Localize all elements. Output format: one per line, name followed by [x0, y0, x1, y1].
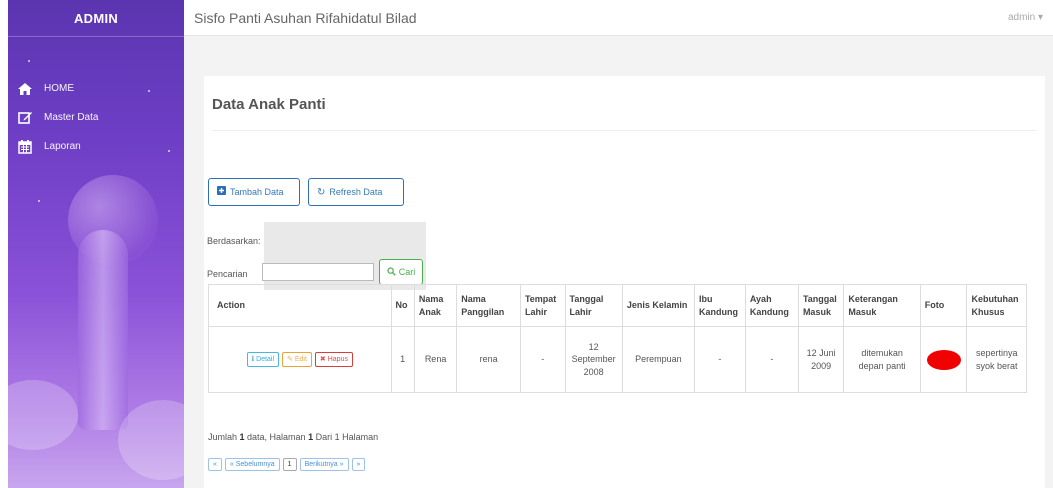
pager-first[interactable]: « [208, 458, 222, 471]
sidebar-item-home[interactable]: HOME [8, 74, 184, 103]
refresh-icon: ↻ [317, 186, 326, 198]
cell-tempat-lahir: - [519, 326, 566, 393]
sidebar-item-label: HOME [44, 83, 74, 94]
cloud-illustration [8, 380, 78, 450]
sidebar-item-laporan[interactable]: Laporan [8, 132, 184, 161]
cell-nama-panggilan: rena [456, 326, 521, 393]
cell-jenis-kelamin: Perempuan [621, 326, 695, 393]
search-input[interactable] [262, 263, 374, 281]
pager-prev[interactable]: « Sebelumnya [224, 458, 280, 471]
col-header-no: No [390, 284, 415, 327]
col-header-ibu-kandung: Ibu Kandung [693, 284, 746, 327]
star-decoration [38, 200, 40, 202]
home-icon [16, 80, 34, 98]
star-decoration [28, 60, 30, 62]
summary-of: Dari [313, 432, 335, 442]
cell-nama-anak: Rena [413, 326, 458, 393]
cell-tanggal-masuk: 12 Juni 2009 [797, 326, 845, 393]
pager-current[interactable]: 1 [282, 458, 297, 471]
sidebar-item-label: Laporan [44, 141, 81, 152]
brand-title[interactable]: ADMIN [8, 0, 184, 36]
pagination-summary: Jumlah 1 data, Halaman 1 Dari 1 Halaman [208, 432, 378, 442]
summary-mid: data, Halaman [244, 432, 309, 442]
calendar-icon [16, 138, 34, 156]
refresh-data-label: Refresh Data [329, 187, 383, 197]
summary-prefix: Jumlah [208, 432, 240, 442]
col-header-action: Action [208, 284, 392, 327]
pager-last[interactable]: » [351, 458, 366, 471]
pager-next[interactable]: Berikutnya » [299, 458, 349, 471]
search-button-label: Cari [398, 267, 416, 277]
plus-square-icon [217, 186, 226, 198]
col-header-foto: Foto [919, 284, 968, 327]
sidebar-item-master-data[interactable]: Master Data [8, 103, 184, 132]
data-table: Action No Nama Anak Nama Panggilan Tempa… [208, 284, 1027, 393]
col-header-jenis-kelamin: Jenis Kelamin [621, 284, 695, 327]
rocket-illustration [78, 230, 128, 430]
photo-thumbnail[interactable] [926, 349, 961, 370]
cell-kebutuhan-khusus: sepertinya syok berat [966, 326, 1027, 393]
app-title: Sisfo Panti Asuhan Rifahidatul Bilad [194, 9, 417, 26]
edit-button[interactable]: ✎ Edit [282, 351, 312, 368]
refresh-data-button[interactable]: ↻ Refresh Data [308, 178, 404, 206]
sidebar-menu: HOME Master Data Laporan [8, 74, 184, 161]
title-divider [212, 130, 1037, 131]
page-title: Data Anak Panti [212, 96, 326, 113]
add-data-button[interactable]: Tambah Data [208, 178, 300, 206]
edit-icon [16, 109, 34, 127]
add-data-label: Tambah Data [230, 187, 284, 197]
top-navbar: Sisfo Panti Asuhan Rifahidatul Bilad adm… [184, 0, 1053, 36]
search-icon [387, 266, 396, 278]
table-header-row: Action No Nama Anak Nama Panggilan Tempa… [208, 284, 1027, 327]
delete-button[interactable]: ✖ Hapus [314, 351, 353, 368]
edit-label: Edit [294, 355, 307, 363]
col-header-tempat-lahir: Tempat Lahir [519, 284, 566, 327]
pagination: « « Sebelumnya 1 Berikutnya » » [208, 458, 366, 471]
cell-foto [919, 326, 968, 393]
col-header-keterangan-masuk: Keterangan Masuk [843, 284, 921, 327]
search-button[interactable]: Cari [379, 259, 423, 285]
summary-suffix: Halaman [339, 432, 379, 442]
detail-button[interactable]: ℹ Detail [246, 351, 280, 368]
filter-label: Berdasarkan: [207, 236, 261, 246]
col-header-tanggal-masuk: Tanggal Masuk [797, 284, 845, 327]
main-content: Data Anak Panti Tambah Data ↻ Refresh Da… [184, 36, 1053, 488]
cell-ayah-kandung: - [744, 326, 799, 393]
brand-divider [8, 36, 184, 37]
cell-keterangan-masuk: ditemukan depan panti [843, 326, 921, 393]
delete-label: Hapus [327, 355, 348, 363]
cell-no: 1 [390, 326, 415, 393]
search-label: Pencarian [207, 269, 248, 279]
col-header-nama-panggilan: Nama Panggilan [456, 284, 521, 327]
col-header-kebutuhan-khusus: Kebutuhan Khusus [966, 284, 1027, 327]
table-row: ℹ Detail ✎ Edit ✖ Hapus 1 Rena rena - 12… [208, 326, 1027, 393]
col-header-tanggal-lahir: Tanggal Lahir [564, 284, 623, 327]
sidebar: ADMIN HOME Master Data Laporan [8, 0, 184, 488]
sidebar-item-label: Master Data [44, 112, 99, 123]
col-header-nama-anak: Nama Anak [413, 284, 458, 327]
action-cell: ℹ Detail ✎ Edit ✖ Hapus [208, 326, 392, 393]
cell-tanggal-lahir: 12 September 2008 [564, 326, 623, 393]
cell-ibu-kandung: - [693, 326, 746, 393]
col-header-ayah-kandung: Ayah Kandung [744, 284, 799, 327]
user-menu-dropdown[interactable]: admin ▾ [1008, 12, 1043, 23]
content-panel: Data Anak Panti Tambah Data ↻ Refresh Da… [204, 76, 1045, 488]
detail-label: Detail [256, 355, 275, 363]
